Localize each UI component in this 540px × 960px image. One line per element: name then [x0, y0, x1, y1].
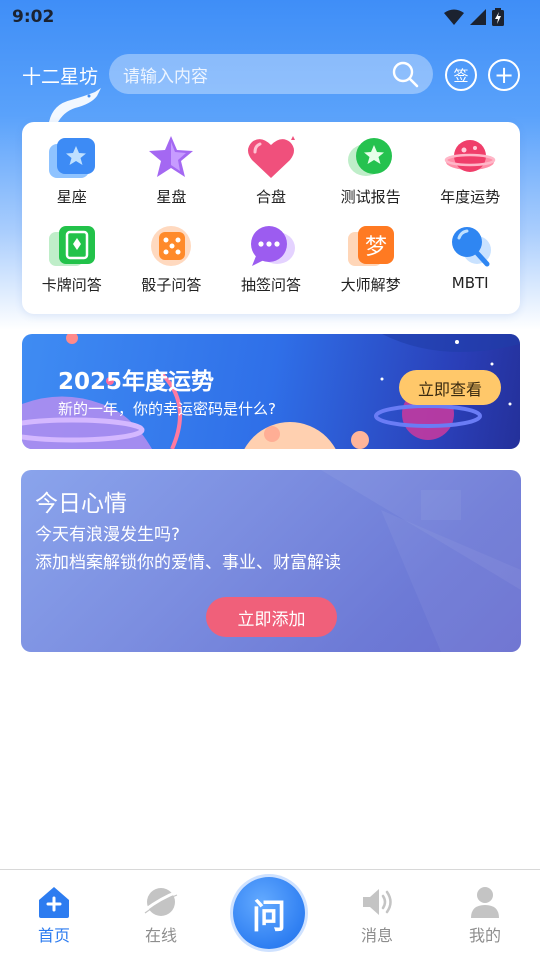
grid-item-annual-fortune[interactable]: 年度运势 — [420, 132, 520, 220]
grid-label: 大师解梦 — [340, 276, 401, 294]
ask-button[interactable]: 问 — [233, 877, 305, 949]
search-input[interactable]: 请输入内容 — [109, 54, 433, 94]
status-icons — [444, 8, 504, 26]
mood-title: 今日心情 — [35, 491, 127, 517]
bottom-navigation: 首页 在线 问 消息 我的 — [0, 869, 540, 960]
nav-online[interactable]: 在线 — [121, 884, 201, 946]
nav-home[interactable]: 首页 — [14, 884, 94, 946]
sign-in-button[interactable]: 签 — [445, 59, 477, 91]
planet-icon — [444, 140, 496, 172]
planet-nav-icon — [144, 888, 178, 916]
star-badge-icon — [48, 138, 95, 178]
grid-item-dice-qa[interactable]: 骰子问答 — [122, 220, 222, 308]
grid-label: 测试报告 — [340, 188, 401, 206]
home-icon — [39, 887, 69, 918]
banner-subtitle: 新的一年，你的幸运密码是什么? — [58, 400, 276, 418]
grid-label: 星盘 — [156, 188, 187, 206]
purple-star-icon — [149, 136, 194, 177]
mood-question: 今天有浪漫发生吗? — [35, 525, 181, 545]
grid-label: 骰子问答 — [141, 276, 202, 294]
nav-mine-label: 我的 — [468, 926, 501, 945]
speaker-icon — [363, 889, 392, 915]
view-now-button[interactable]: 立即查看 — [399, 370, 501, 405]
user-icon — [471, 887, 499, 918]
dolphin-mascot-icon — [49, 88, 101, 124]
grid-item-constellation[interactable]: 星座 — [22, 132, 122, 220]
wifi-icon — [444, 9, 464, 25]
chat-bubble-icon — [250, 226, 295, 266]
search-placeholder: 请输入内容 — [123, 66, 208, 87]
grid-label: 抽签问答 — [240, 276, 301, 294]
sign-in-label: 签 — [453, 66, 469, 85]
nav-messages[interactable]: 消息 — [337, 884, 417, 946]
grid-label: 卡牌问答 — [41, 276, 102, 294]
grid-label: 星座 — [56, 188, 87, 206]
today-mood-card: 今日心情 今天有浪漫发生吗? 添加档案解锁你的爱情、事业、财富解读 立即添加 — [21, 470, 521, 652]
grid-item-synastry[interactable]: 合盘 — [221, 132, 321, 220]
mood-description: 添加档案解锁你的爱情、事业、财富解读 — [35, 553, 341, 573]
magnifier-icon — [452, 227, 492, 267]
status-bar: 9:02 — [0, 0, 540, 34]
banner-title: 2025年度运势 — [58, 369, 215, 395]
annual-fortune-banner[interactable]: 2025年度运势 新的一年，你的幸运密码是什么? 立即查看 — [22, 334, 520, 449]
grid-item-dream[interactable]: 梦 大师解梦 — [321, 220, 421, 308]
grid-item-test-report[interactable]: 测试报告 — [321, 132, 421, 220]
battery-icon — [492, 8, 504, 26]
nav-home-label: 首页 — [37, 926, 70, 945]
svg-text:梦: 梦 — [365, 235, 387, 260]
dice-icon — [151, 226, 192, 266]
green-star-icon — [347, 138, 392, 176]
app-title: 十二星坊 — [22, 66, 99, 88]
grid-label: 合盘 — [255, 188, 286, 206]
heart-icon — [247, 136, 295, 178]
dream-icon: 梦 — [347, 226, 394, 266]
grid-label: MBTI — [451, 274, 489, 292]
search-icon[interactable] — [391, 60, 419, 88]
feature-grid: 星座 星盘 合盘 测试报告 年度运势 卡牌问答 骰子问答 抽签问答 梦 大师解梦… — [22, 122, 520, 314]
grid-item-star-chart[interactable]: 星盘 — [122, 132, 222, 220]
grid-item-mbti[interactable]: MBTI — [420, 220, 520, 308]
grid-item-card-qa[interactable]: 卡牌问答 — [22, 220, 122, 308]
grid-item-lot-qa[interactable]: 抽签问答 — [221, 220, 321, 308]
ask-icon: 问 — [252, 896, 286, 937]
grid-label: 年度运势 — [440, 188, 501, 206]
status-time: 9:02 — [12, 7, 55, 27]
add-button[interactable]: + — [488, 59, 520, 91]
plus-icon: + — [493, 61, 515, 89]
nav-messages-label: 消息 — [360, 926, 393, 945]
signal-icon — [470, 9, 486, 25]
card-icon — [48, 226, 95, 266]
nav-online-label: 在线 — [144, 926, 177, 945]
add-profile-button[interactable]: 立即添加 — [206, 597, 337, 637]
nav-mine[interactable]: 我的 — [445, 884, 525, 946]
